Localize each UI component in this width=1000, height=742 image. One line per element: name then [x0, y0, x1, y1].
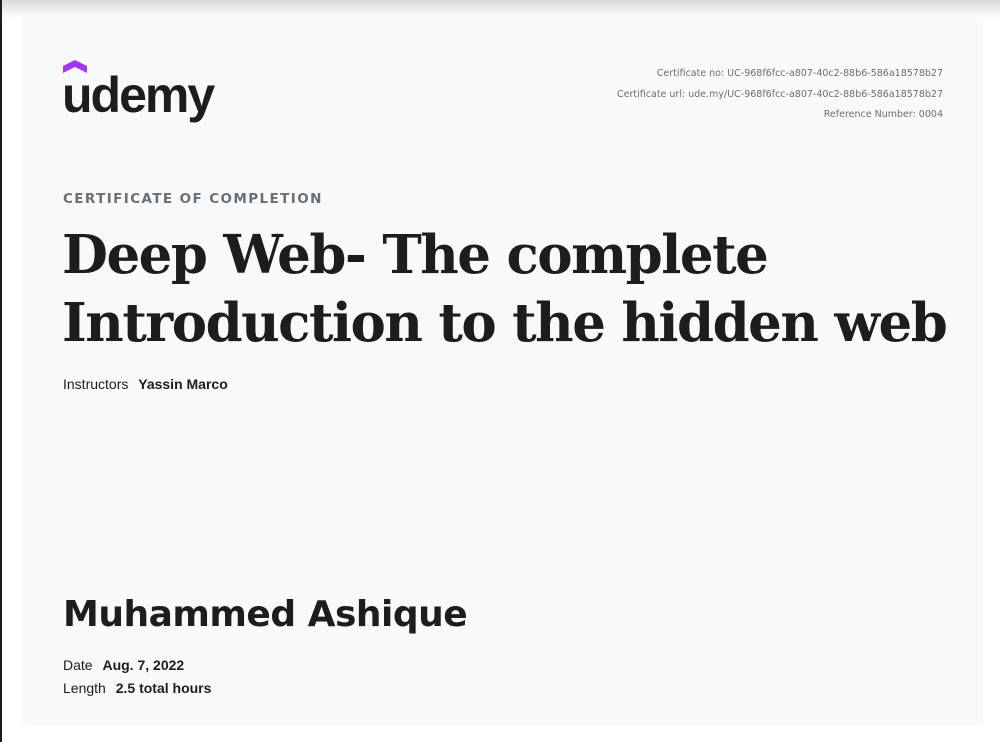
completion-details: Date Aug. 7, 2022 Length 2.5 total hours — [63, 654, 211, 700]
length-label: Length — [63, 680, 106, 696]
certificate-page: udemy Certificate no: UC-968f6fcc-a807-4… — [22, 18, 983, 726]
viewer-top-shadow — [2, 0, 1000, 18]
reference-number: Reference Number: 0004 — [823, 109, 943, 120]
student-name: Muhammed Ashique — [63, 594, 468, 635]
certificate-number: Certificate no: UC-968f6fcc-a807-40c2-88… — [656, 68, 943, 79]
document-viewer: udemy Certificate no: UC-968f6fcc-a807-4… — [0, 0, 1000, 742]
certificate-url: Certificate url: ude.my/UC-968f6fcc-a807… — [617, 88, 943, 100]
instructor-name: Yassin Marco — [138, 376, 228, 392]
instructors-label: Instructors — [63, 376, 129, 392]
date-row: Date Aug. 7, 2022 — [63, 654, 211, 677]
certificate-meta: Certificate no: UC-968f6fcc-a807-40c2-88… — [617, 64, 943, 126]
udemy-logo-wordmark: udemy — [62, 67, 215, 123]
course-title: Deep Web- The complete Introduction to t… — [62, 221, 962, 357]
date-value: Aug. 7, 2022 — [102, 657, 185, 673]
course-title-line-1: Deep Web- The complete — [62, 224, 769, 286]
length-row: Length 2.5 total hours — [63, 677, 211, 700]
certificate-eyebrow: CERTIFICATE OF COMPLETION — [63, 191, 323, 207]
instructors-row: Instructors Yassin Marco — [63, 376, 228, 392]
date-label: Date — [63, 657, 93, 673]
course-title-line-2: Introduction to the hidden web — [62, 292, 948, 354]
udemy-logo: udemy — [62, 60, 232, 123]
length-value: 2.5 total hours — [115, 680, 212, 696]
